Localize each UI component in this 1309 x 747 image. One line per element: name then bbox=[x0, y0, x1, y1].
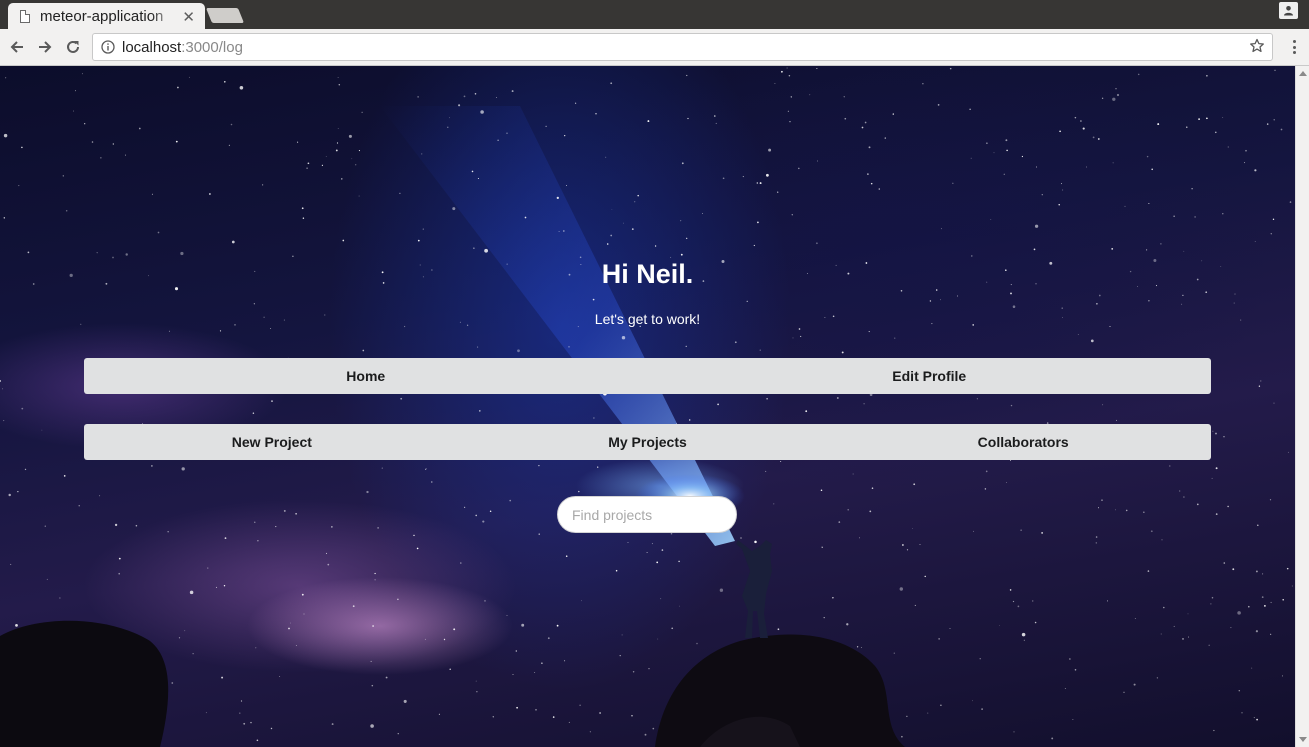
page-subtitle: Let's get to work! bbox=[594, 311, 701, 327]
menu-dot bbox=[1292, 45, 1296, 49]
forward-button[interactable] bbox=[35, 37, 55, 57]
reload-button[interactable] bbox=[63, 37, 83, 57]
profile-button[interactable] bbox=[1279, 2, 1298, 19]
browser-toolbar: localhost:3000/log bbox=[0, 29, 1309, 66]
close-tab-icon[interactable]: ✕ bbox=[182, 8, 195, 26]
scroll-down-arrow[interactable] bbox=[1299, 737, 1307, 742]
vertical-scrollbar[interactable] bbox=[1295, 66, 1309, 747]
reload-icon bbox=[67, 40, 79, 53]
person-icon bbox=[1284, 6, 1293, 16]
tab-title: meteor-application bbox=[40, 8, 164, 25]
scroll-up-arrow[interactable] bbox=[1299, 71, 1307, 76]
page-title: Hi Neil. bbox=[601, 259, 694, 289]
browser-menu-button[interactable] bbox=[1290, 38, 1298, 56]
menu-dot bbox=[1292, 51, 1296, 54]
search-input[interactable] bbox=[557, 496, 737, 533]
url-path: :3000/log bbox=[181, 39, 243, 56]
new-tab-button[interactable] bbox=[205, 8, 245, 23]
bookmark-star-icon[interactable] bbox=[1249, 38, 1265, 54]
arrow-right-icon bbox=[39, 41, 52, 53]
url-host: localhost bbox=[122, 39, 182, 56]
menu-item-my-projects[interactable]: My Projects bbox=[460, 424, 836, 460]
page-viewport: Hi Neil. Let's get to work! Home Edit Pr… bbox=[0, 66, 1295, 747]
back-button[interactable] bbox=[7, 37, 27, 57]
url-text[interactable]: localhost:3000/log bbox=[122, 38, 243, 57]
info-icon[interactable] bbox=[101, 40, 115, 54]
menu-item-edit-profile[interactable]: Edit Profile bbox=[648, 358, 1212, 394]
project-menu: New Project My Projects Collaborators bbox=[84, 424, 1211, 460]
hero-section: Hi Neil. Let's get to work! Home Edit Pr… bbox=[0, 66, 1295, 747]
page-icon bbox=[20, 10, 30, 23]
arrow-left-icon bbox=[10, 41, 23, 53]
browser-tab[interactable]: meteor-application ✕ bbox=[8, 3, 205, 30]
address-bar[interactable]: localhost:3000/log bbox=[92, 33, 1273, 61]
browser-tab-strip: meteor-application ✕ bbox=[0, 0, 1309, 30]
menu-dot bbox=[1292, 40, 1296, 43]
menu-item-collaborators[interactable]: Collaborators bbox=[835, 424, 1211, 460]
menu-item-new-project[interactable]: New Project bbox=[84, 424, 460, 460]
primary-menu: Home Edit Profile bbox=[84, 358, 1211, 394]
menu-item-home[interactable]: Home bbox=[84, 358, 648, 394]
